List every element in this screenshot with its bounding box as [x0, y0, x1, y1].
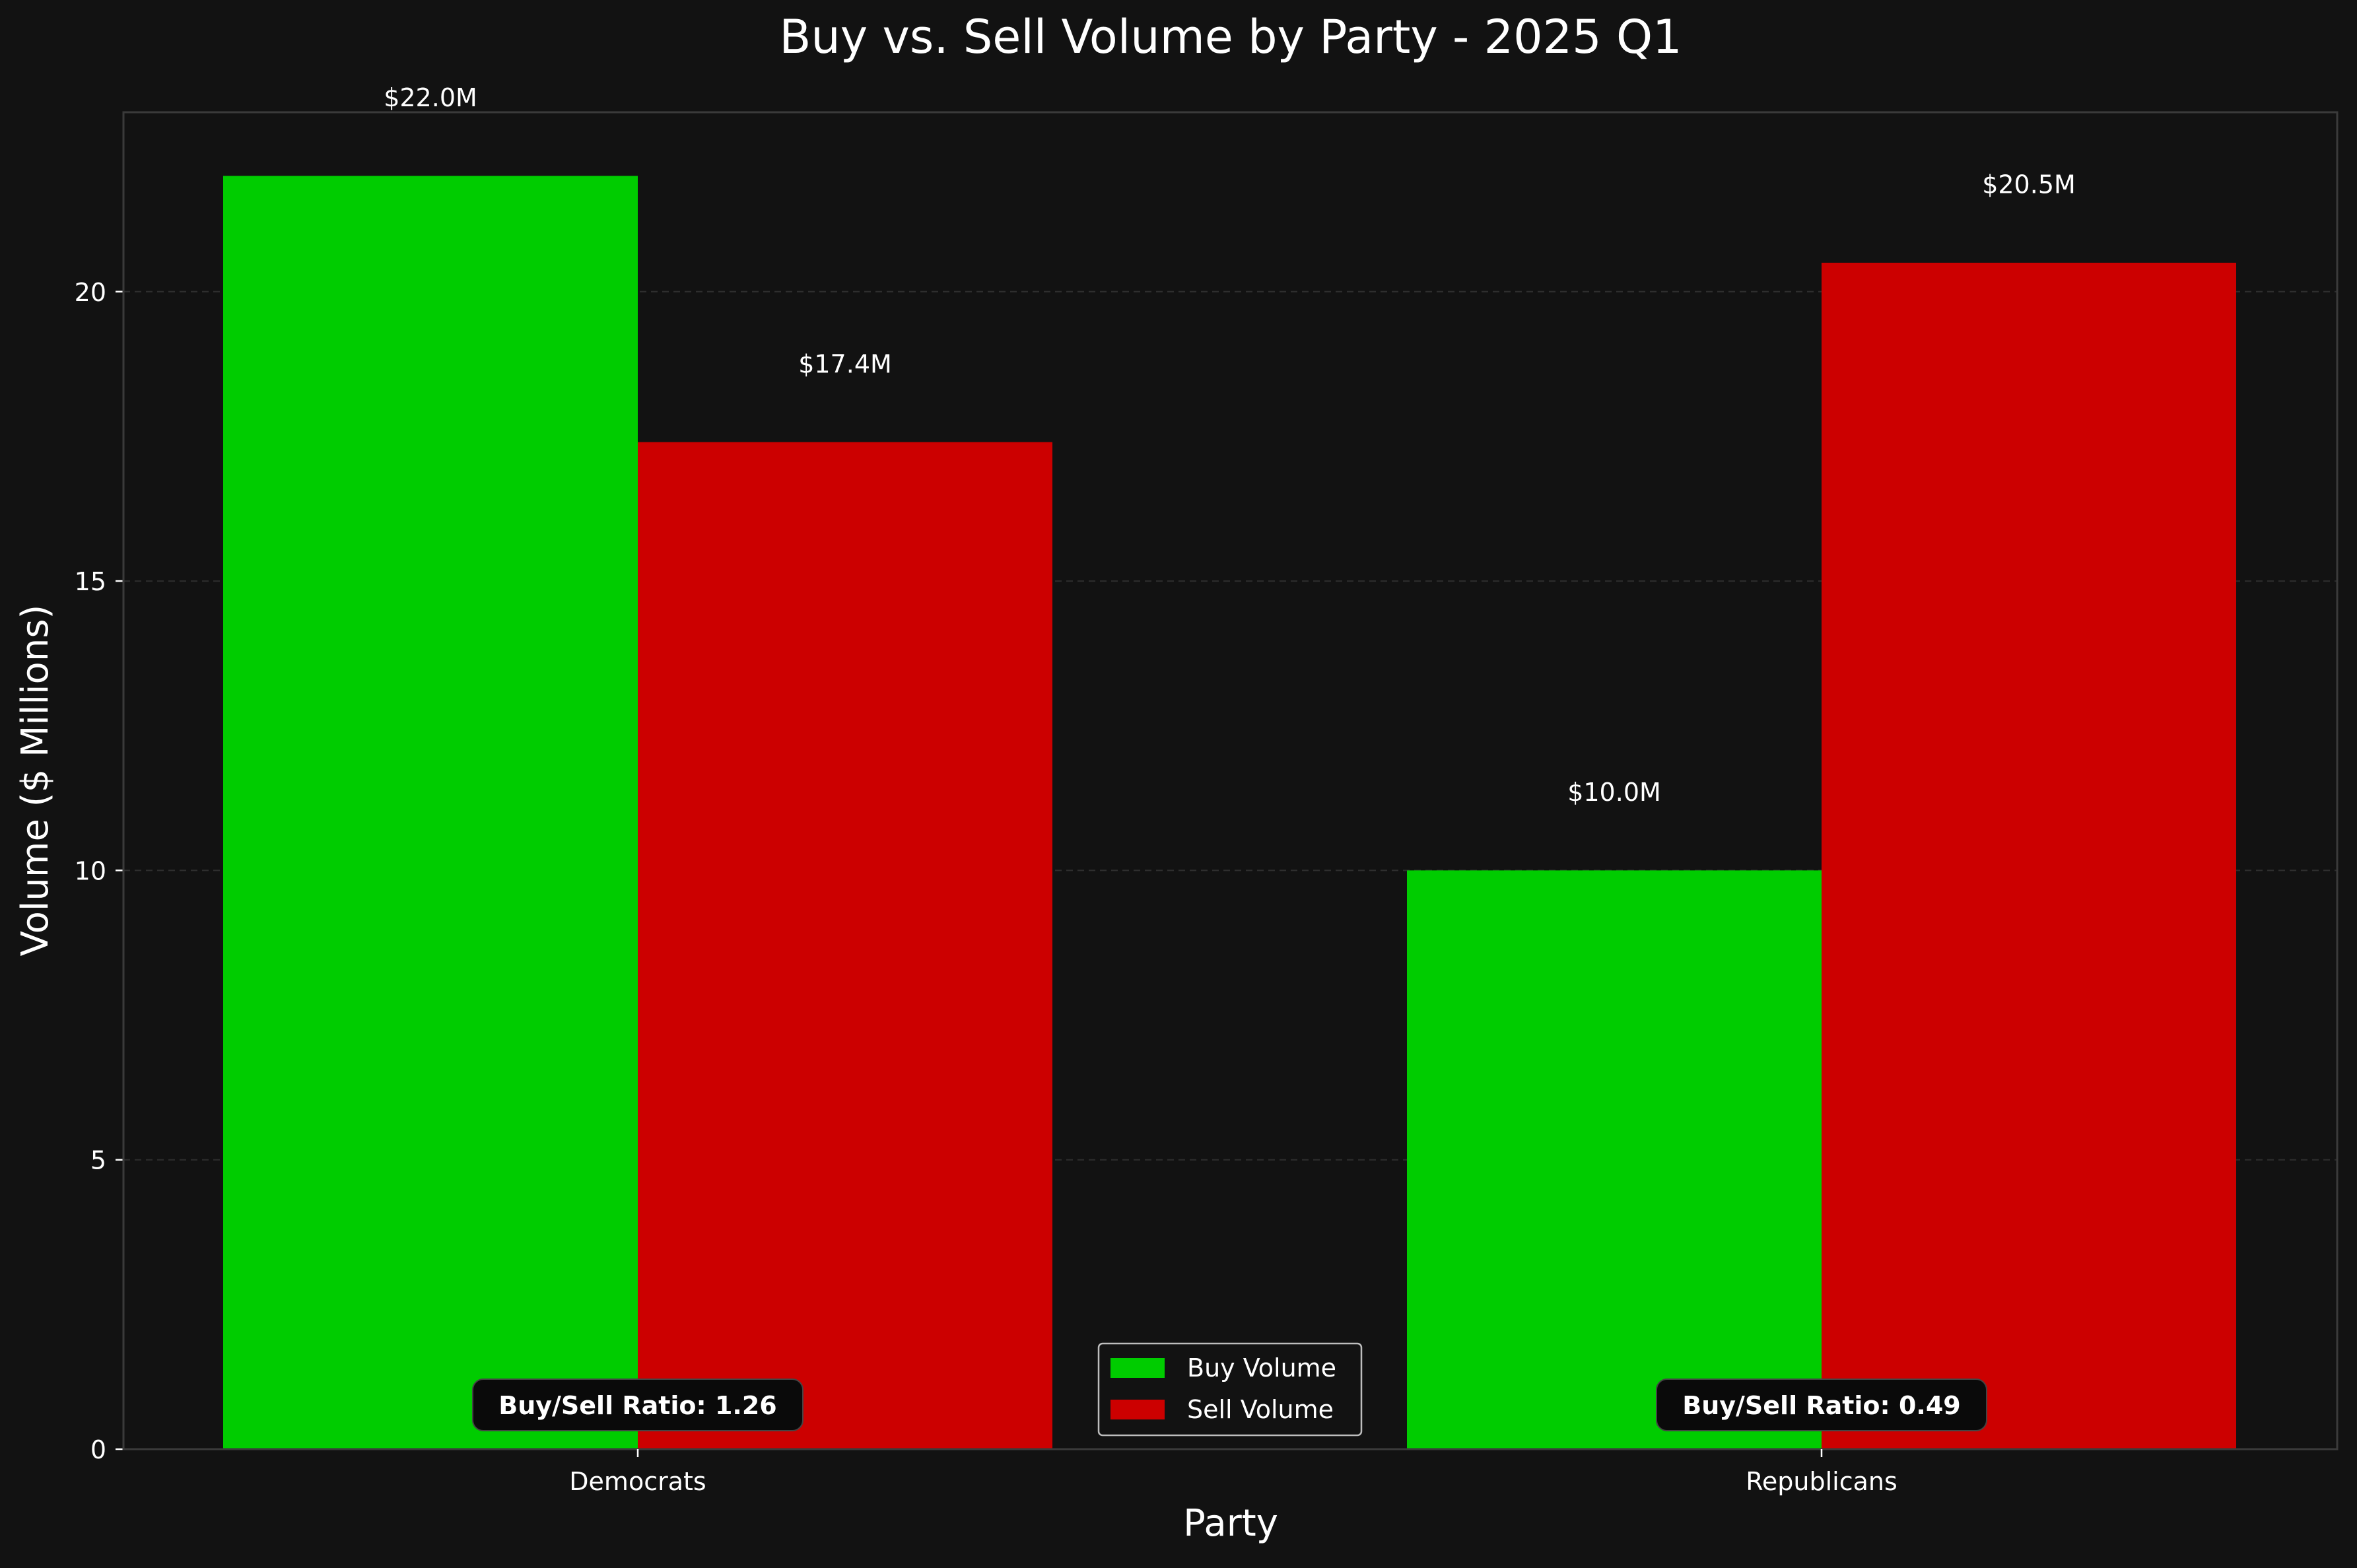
bar-buy-volume-republicans — [1407, 870, 1822, 1449]
ratio-annotation-text: Buy/Sell Ratio: 1.26 — [498, 1391, 776, 1420]
y-tick-label: 15 — [75, 567, 106, 596]
x-axis-label: Party — [1183, 1502, 1278, 1545]
legend-label: Sell Volume — [1187, 1395, 1334, 1424]
legend-swatch — [1110, 1358, 1165, 1378]
y-axis-label: Volume ($ Millions) — [14, 605, 57, 957]
bar-value-label: $10.0M — [1567, 778, 1661, 807]
y-tick-label: 20 — [75, 278, 106, 307]
bar-chart: Buy vs. Sell Volume by Party - 2025 Q1 P… — [14, 10, 2339, 1545]
bar-value-label: $17.4M — [798, 349, 892, 378]
chart-container: Buy vs. Sell Volume by Party - 2025 Q1 P… — [0, 0, 2357, 1565]
plot-area: 0 5 10 15 20 $22.0M $10.0M $17.4M $20.5M Democrat… — [75, 83, 2339, 1496]
y-tick-label: 5 — [90, 1146, 106, 1175]
y-tick-label: 0 — [90, 1435, 106, 1464]
legend-swatch — [1110, 1400, 1165, 1419]
bar-buy-volume-democrats — [223, 176, 638, 1449]
bar-value-label: $22.0M — [384, 83, 477, 112]
bar-sell-volume-democrats — [638, 442, 1052, 1450]
bar-value-label: $20.5M — [1982, 170, 2076, 199]
ratio-annotation-text: Buy/Sell Ratio: 0.49 — [1682, 1391, 1960, 1420]
y-tick-label: 10 — [75, 856, 106, 885]
chart-title: Buy vs. Sell Volume by Party - 2025 Q1 — [779, 10, 1682, 64]
bar-sell-volume-republicans — [1822, 262, 2236, 1449]
x-tick-label: Republicans — [1746, 1467, 1897, 1496]
legend-label: Buy Volume — [1187, 1353, 1336, 1382]
x-tick-label: Democrats — [569, 1467, 706, 1496]
